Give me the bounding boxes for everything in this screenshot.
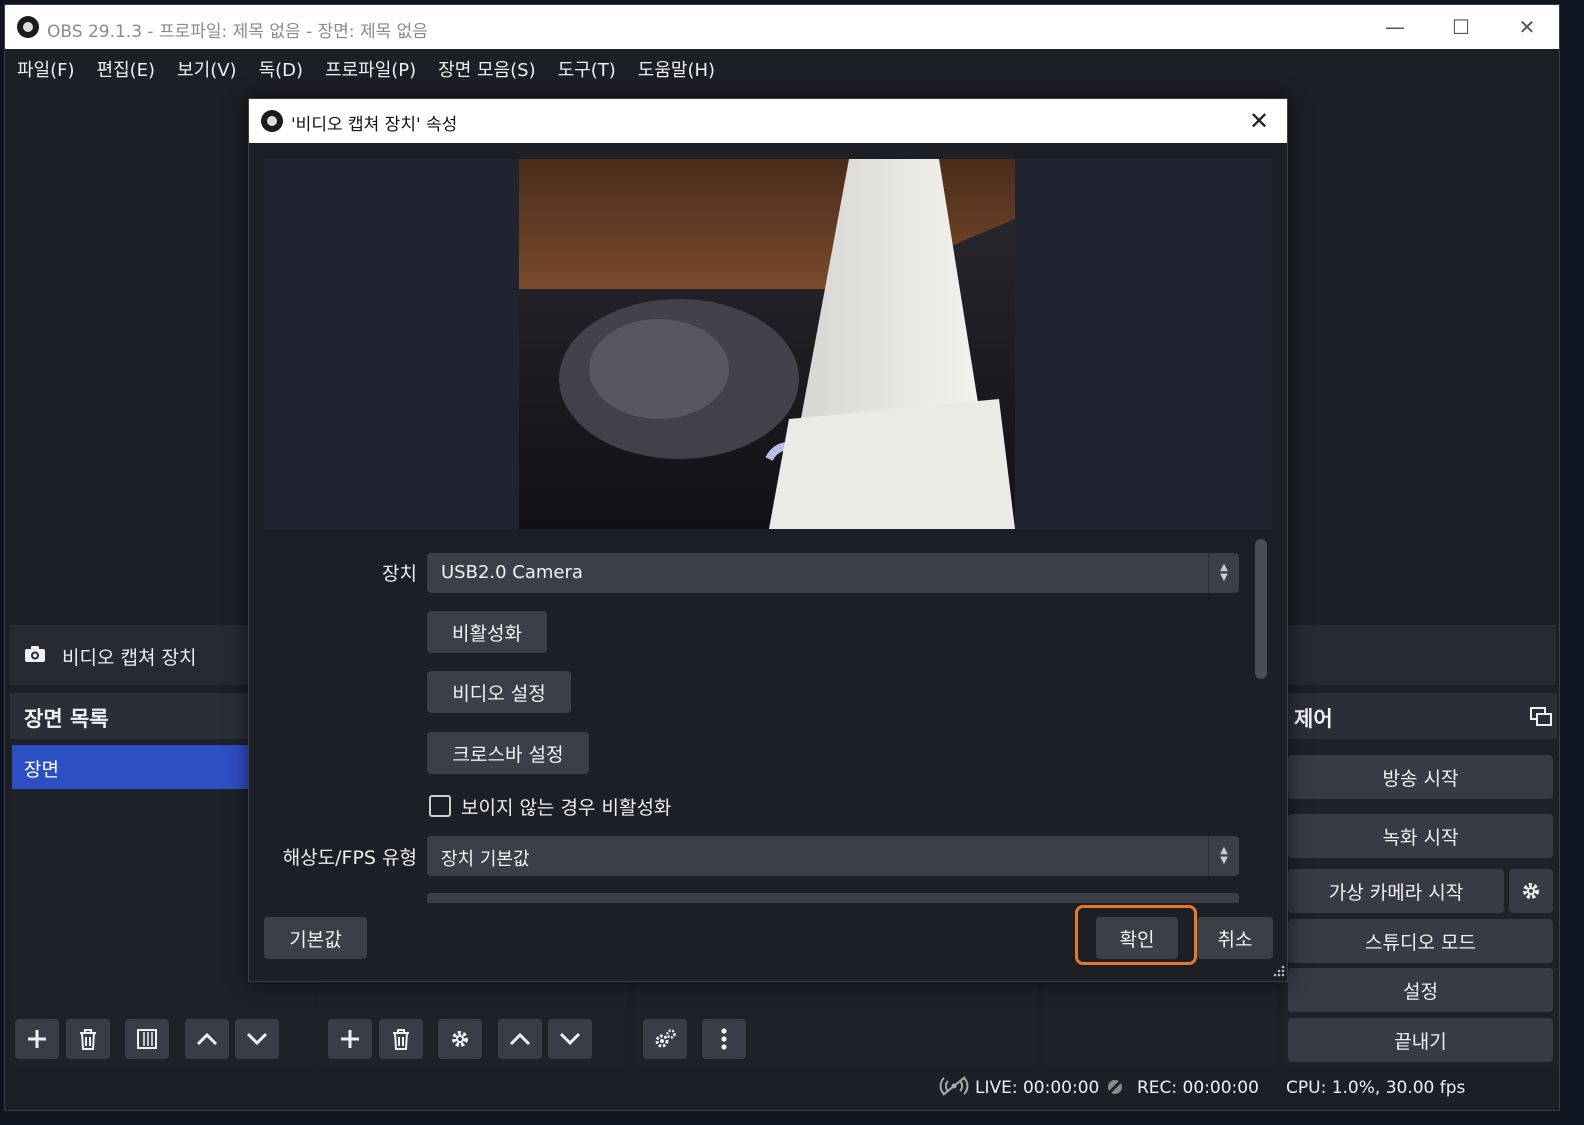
live-broadcast-icon [939,1076,969,1096]
device-select[interactable]: USB2.0 Camera ▲ ▼ [427,553,1239,593]
plus-icon [341,1030,359,1048]
dialog-title-bar: '비디오 캡쳐 장치' 속성 ✕ [249,99,1287,143]
settings-button[interactable]: 설정 [1288,968,1553,1012]
source-properties-button[interactable] [438,1019,482,1059]
select-arrows-icon: ▲ ▼ [1208,553,1239,593]
select-arrows-icon: ▲ ▼ [1208,836,1239,876]
next-field-partial [427,893,1239,903]
menu-file[interactable]: 파일(F) [17,56,75,82]
remove-source-button[interactable] [379,1019,423,1059]
exit-button[interactable]: 끝내기 [1288,1018,1553,1062]
crossbar-settings-button[interactable]: 크로스바 설정 [427,732,589,774]
menu-tools[interactable]: 도구(T) [558,56,616,82]
move-source-down-button[interactable] [548,1019,592,1059]
ok-button-highlight [1075,905,1197,965]
undock-icon[interactable] [1530,707,1552,727]
scene-item-label: 장면 [24,759,59,781]
obs-logo-icon [17,16,39,38]
scene-filters-button[interactable] [125,1019,169,1059]
start-streaming-button[interactable]: 방송 시작 [1288,755,1553,799]
properties-scrollbar[interactable] [1255,539,1267,679]
menu-docks[interactable]: 독(D) [259,56,303,82]
chevron-down-icon [559,1032,581,1046]
camera-frame-illustration [519,159,1015,529]
transitions-dock [1041,983,1277,1065]
plus-icon [28,1030,46,1048]
menu-edit[interactable]: 편집(E) [97,56,156,82]
more-vertical-icon [721,1028,727,1050]
chevron-down-icon [246,1032,268,1046]
gear-icon [1523,883,1539,899]
resolution-type-label: 해상도/FPS 유형 [282,847,417,869]
filter-icon [137,1029,157,1049]
audio-mixer-menu-button[interactable] [702,1019,746,1059]
menu-help[interactable]: 도움말(H) [638,56,715,82]
studio-mode-button[interactable]: 스튜디오 모드 [1288,919,1553,963]
defaults-button[interactable]: 기본값 [264,917,367,959]
obs-logo-icon [261,110,283,132]
resolution-type-value: 장치 기본값 [441,849,530,870]
audio-mixer-dock [633,983,1038,1065]
move-scene-down-button[interactable] [235,1019,279,1059]
resolution-type-select[interactable]: 장치 기본값 ▲ ▼ [427,836,1239,876]
resize-grip-icon[interactable] [1273,965,1285,977]
start-virtual-camera-button[interactable]: 가상 카메라 시작 [1288,869,1504,913]
window-title: OBS 29.1.3 - 프로파일: 제목 없음 - 장면: 제목 없음 [47,22,428,42]
maximize-button[interactable]: ☐ [1431,9,1491,45]
menu-scene-collection[interactable]: 장면 모음(S) [438,56,535,82]
selected-source-name: 비디오 캡쳐 장치 [62,647,197,669]
menu-view[interactable]: 보기(V) [177,56,236,82]
device-select-value: USB2.0 Camera [441,562,583,583]
trash-icon [393,1029,409,1050]
recording-icon [1105,1077,1125,1097]
trash-icon [80,1029,96,1050]
deactivate-button[interactable]: 비활성화 [427,611,547,653]
controls-dock-header: 제어 [1282,693,1557,739]
camera-preview-image [519,159,1015,529]
cpu-usage: CPU: 1.0%, 30.00 fps [1286,1078,1466,1098]
chevron-up-icon [509,1032,531,1046]
dialog-title: '비디오 캡쳐 장치' 속성 [291,115,458,135]
properties-dialog: '비디오 캡쳐 장치' 속성 ✕ 장치 USB2.0 Camera ▲ ▼ 비활… [248,98,1288,982]
add-source-button[interactable] [328,1019,372,1059]
controls-dock: 제어 방송 시작 녹화 시작 가상 카메라 시작 스튜디오 모드 설정 끝내기 [1282,693,1557,1065]
deactivate-when-hidden-checkbox[interactable] [429,795,451,817]
live-timer: LIVE: 00:00:00 [975,1078,1100,1098]
device-label: 장치 [382,563,417,585]
gear-icon [452,1031,468,1047]
start-recording-button[interactable]: 녹화 시작 [1288,814,1553,858]
menu-profile[interactable]: 프로파일(P) [325,56,416,82]
video-settings-button[interactable]: 비디오 설정 [427,671,571,713]
move-scene-up-button[interactable] [185,1019,229,1059]
gears-icon [655,1029,676,1048]
deactivate-when-hidden-label: 보이지 않는 경우 비활성화 [461,797,672,819]
advanced-audio-properties-button[interactable] [643,1019,687,1059]
status-bar: LIVE: 00:00:00 REC: 00:00:00 CPU: 1.0%, … [5,1067,1559,1110]
move-source-up-button[interactable] [498,1019,542,1059]
minimize-button[interactable]: — [1365,9,1425,45]
scenes-dock-title: 장면 목록 [24,707,109,731]
close-button[interactable]: ✕ [1497,9,1557,45]
camera-icon [25,646,45,662]
chevron-up-icon [196,1032,218,1046]
remove-scene-button[interactable] [66,1019,110,1059]
title-bar: OBS 29.1.3 - 프로파일: 제목 없음 - 장면: 제목 없음 — ☐… [5,5,1559,49]
menu-bar: 파일(F) 편집(E) 보기(V) 독(D) 프로파일(P) 장면 모음(S) … [5,49,1559,89]
controls-dock-title: 제어 [1294,707,1333,731]
add-scene-button[interactable] [15,1019,59,1059]
dialog-close-button[interactable]: ✕ [1239,103,1279,139]
virtual-camera-settings-button[interactable] [1509,869,1553,913]
rec-timer: REC: 00:00:00 [1137,1078,1259,1098]
cancel-button[interactable]: 취소 [1197,917,1273,959]
